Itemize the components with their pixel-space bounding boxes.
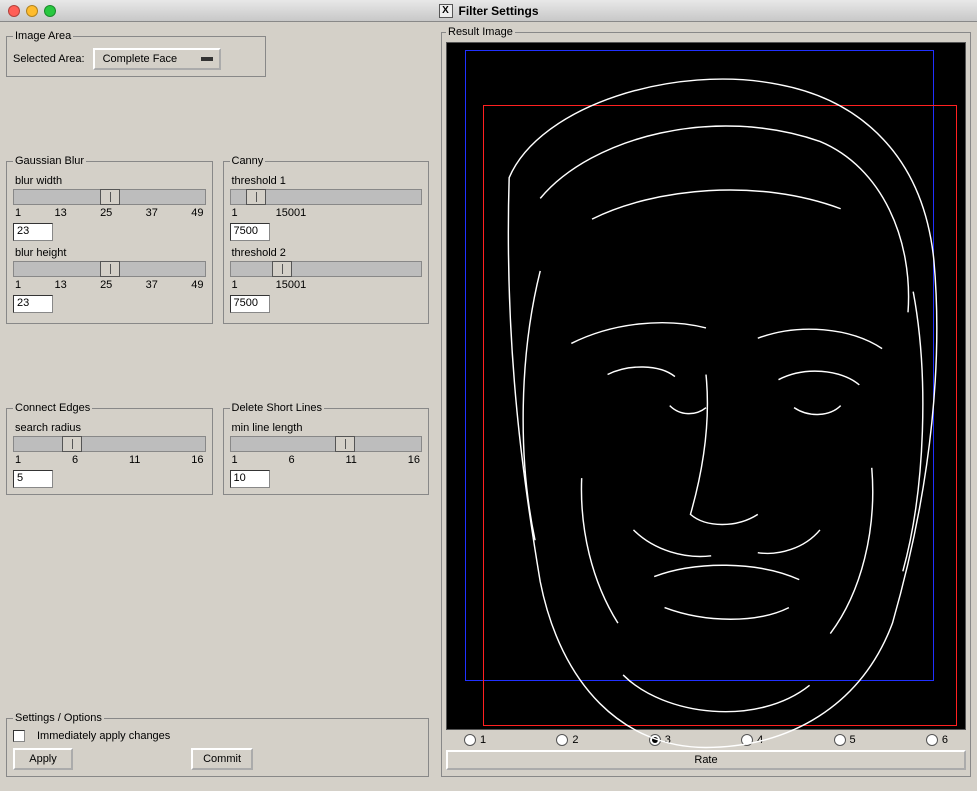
blur-height-slider[interactable] xyxy=(13,261,206,277)
threshold1-label: threshold 1 xyxy=(230,173,423,189)
threshold2-slider[interactable] xyxy=(230,261,423,277)
slider-thumb[interactable] xyxy=(272,261,292,277)
min-line-value[interactable]: 10 xyxy=(230,470,270,488)
canny-legend: Canny xyxy=(230,155,266,167)
blur-width-value[interactable]: 23 xyxy=(13,223,53,241)
apply-button[interactable]: Apply xyxy=(13,748,73,770)
min-line-ticks: 1 6 11 16 xyxy=(230,452,423,470)
minimize-icon[interactable] xyxy=(26,5,38,17)
blur-height-label: blur height xyxy=(13,245,206,261)
slider-thumb[interactable] xyxy=(62,436,82,452)
threshold2-ticks: 1 15001 xyxy=(230,277,423,295)
selected-area-label: Selected Area: xyxy=(13,53,85,65)
search-radius-label: search radius xyxy=(13,420,206,436)
immediate-apply-label: Immediately apply changes xyxy=(37,730,170,742)
settings-options-group: Settings / Options Immediately apply cha… xyxy=(6,712,429,777)
blur-width-label: blur width xyxy=(13,173,206,189)
delete-short-lines-group: Delete Short Lines min line length 1 6 1… xyxy=(223,402,430,495)
gaussian-legend: Gaussian Blur xyxy=(13,155,86,167)
settings-legend: Settings / Options xyxy=(13,712,104,724)
threshold2-label: threshold 2 xyxy=(230,245,423,261)
min-line-slider[interactable] xyxy=(230,436,423,452)
selected-area-value: Complete Face xyxy=(103,53,178,65)
threshold2-value[interactable]: 7500 xyxy=(230,295,270,313)
connect-edges-group: Connect Edges search radius 1 6 11 16 5 xyxy=(6,402,213,495)
close-icon[interactable] xyxy=(8,5,20,17)
dropdown-icon xyxy=(201,57,213,61)
slider-thumb[interactable] xyxy=(100,189,120,205)
min-line-label: min line length xyxy=(230,420,423,436)
window-title-text: Filter Settings xyxy=(458,4,538,18)
zoom-icon[interactable] xyxy=(44,5,56,17)
window-controls xyxy=(8,5,56,17)
search-radius-ticks: 1 6 11 16 xyxy=(13,452,206,470)
blur-width-slider[interactable] xyxy=(13,189,206,205)
connect-edges-legend: Connect Edges xyxy=(13,402,92,414)
x-app-icon: X xyxy=(438,4,452,18)
window-title: X Filter Settings xyxy=(438,4,538,18)
blur-height-value[interactable]: 23 xyxy=(13,295,53,313)
gaussian-blur-group: Gaussian Blur blur width 1 13 25 37 49 2… xyxy=(6,155,213,324)
threshold1-slider[interactable] xyxy=(230,189,423,205)
commit-button[interactable]: Commit xyxy=(191,748,253,770)
controls-panel: Image Area Selected Area: Complete Face … xyxy=(0,22,435,791)
window-titlebar: X Filter Settings xyxy=(0,0,977,22)
selected-area-dropdown[interactable]: Complete Face xyxy=(93,48,222,70)
edge-detection-art xyxy=(447,43,965,768)
result-canvas xyxy=(446,42,966,730)
threshold1-ticks: 1 15001 xyxy=(230,205,423,223)
blur-height-ticks: 1 13 25 37 49 xyxy=(13,277,206,295)
canny-group: Canny threshold 1 1 15001 7500 threshold… xyxy=(223,155,430,324)
search-radius-value[interactable]: 5 xyxy=(13,470,53,488)
slider-thumb[interactable] xyxy=(100,261,120,277)
result-legend: Result Image xyxy=(446,26,515,38)
immediate-apply-checkbox[interactable] xyxy=(13,730,25,742)
result-image-group: Result Image xyxy=(441,26,971,777)
image-area-legend: Image Area xyxy=(13,30,73,42)
slider-thumb[interactable] xyxy=(335,436,355,452)
threshold1-value[interactable]: 7500 xyxy=(230,223,270,241)
image-area-group: Image Area Selected Area: Complete Face xyxy=(6,30,266,77)
delete-short-legend: Delete Short Lines xyxy=(230,402,325,414)
slider-thumb[interactable] xyxy=(246,189,266,205)
blur-width-ticks: 1 13 25 37 49 xyxy=(13,205,206,223)
search-radius-slider[interactable] xyxy=(13,436,206,452)
